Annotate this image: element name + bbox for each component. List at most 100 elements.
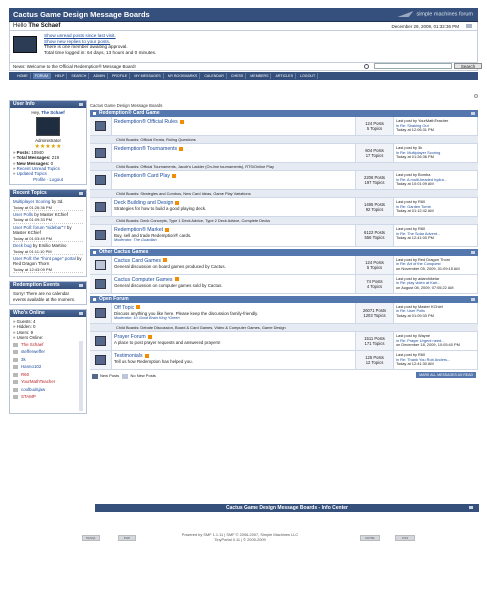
online-user[interactable]: YourMathTeacher bbox=[13, 378, 83, 386]
rss-icon[interactable] bbox=[175, 200, 180, 205]
board-link[interactable]: Prayer Forum bbox=[114, 334, 146, 340]
users-scrollbar[interactable] bbox=[79, 340, 83, 411]
moderator-link[interactable]: Moderator: 10 Good Brain King *Green bbox=[114, 316, 180, 320]
rss-icon[interactable] bbox=[179, 146, 184, 151]
topic-link[interactable]: Deck bug bbox=[13, 243, 32, 248]
collapse-icon[interactable] bbox=[79, 192, 83, 196]
nav-calendar[interactable]: CALENDAR bbox=[202, 73, 227, 79]
board-link[interactable]: Testimonials bbox=[114, 353, 143, 359]
rss-icon[interactable] bbox=[136, 305, 141, 310]
last-post-time: Today at 12:41:30 AM bbox=[396, 361, 434, 367]
search-input[interactable] bbox=[374, 63, 452, 69]
collapse-icon[interactable] bbox=[79, 311, 83, 315]
board-info: Cactus Computer Games General discussion … bbox=[112, 274, 356, 293]
board-link[interactable]: Cactus Computer Games bbox=[114, 277, 173, 283]
last-post: Last post by Wayne in Re: Prayer Urgent n… bbox=[394, 332, 478, 351]
topic-link[interactable]: Multiplayer Scoring bbox=[13, 199, 50, 204]
board-moderator: Moderator: The Guardian bbox=[114, 238, 353, 243]
xhtml-badge[interactable]: XHTML bbox=[360, 535, 380, 541]
board-link[interactable]: Redemption® Card Play bbox=[114, 173, 170, 179]
nav-my-bookmarks[interactable]: MY BOOKMARKS bbox=[166, 73, 201, 79]
last-post: Last post by 3k in Re: Multiplayer Scorin… bbox=[394, 144, 478, 162]
last-post-time: Today at 12:06:31 PM bbox=[396, 127, 434, 133]
collapse-icon[interactable] bbox=[79, 284, 83, 288]
online-user[interactable]: stefferweffer bbox=[13, 348, 83, 356]
new-replies-link[interactable]: Show new replies to your posts. bbox=[44, 39, 110, 44]
child-boards[interactable]: Child Boards: Debate Discussion, Board &… bbox=[90, 324, 478, 333]
css-badge[interactable]: CSS bbox=[395, 535, 415, 541]
collapse-icon[interactable] bbox=[471, 297, 475, 301]
nav-admin[interactable]: ADMIN bbox=[91, 73, 108, 79]
category-header[interactable]: Open Forum bbox=[90, 295, 478, 303]
category-header[interactable]: Other Cactus Games bbox=[90, 248, 478, 256]
online-user[interactable]: The Schaef bbox=[13, 341, 83, 349]
category: Redemption® Card Game Redemption® Officia… bbox=[90, 110, 478, 247]
nav-help[interactable]: HELP bbox=[53, 73, 68, 79]
info-center-title: Cactus Game Design Message Boards - Info… bbox=[226, 505, 348, 511]
nav-logout[interactable]: LOGOUT bbox=[298, 73, 319, 79]
rss-icon[interactable] bbox=[147, 335, 152, 340]
mark-all-read-button[interactable]: MARK ALL MESSAGES AS READ bbox=[416, 372, 476, 379]
rss-icon[interactable] bbox=[172, 173, 177, 178]
nav-home[interactable]: HOME bbox=[15, 73, 31, 79]
collapse-icon[interactable] bbox=[469, 506, 473, 509]
topic-link[interactable]: User Poll: forum "sidebar"? bbox=[13, 225, 66, 230]
php-badge[interactable]: PHP bbox=[118, 535, 136, 541]
board-link[interactable]: Redemption® Tournaments bbox=[114, 146, 177, 152]
moderator-link[interactable]: Moderator: The Guardian bbox=[114, 238, 157, 242]
nav-profile[interactable]: PROFILE bbox=[110, 73, 131, 79]
nav-my-messages[interactable]: MY MESSAGES bbox=[132, 73, 164, 79]
hello-bar: Hello The Schaef December 29, 2009, 01:3… bbox=[9, 22, 478, 31]
online-user[interactable]: Hanno102 bbox=[13, 363, 83, 371]
topic-link[interactable]: User Poll: the "front page" portal bbox=[13, 256, 76, 261]
board-description: A place to post prayer requests and answ… bbox=[114, 340, 221, 346]
unread-posts-link[interactable]: Show unread posts since last visit. bbox=[44, 33, 116, 38]
board-link[interactable]: Redemption® Official Rules bbox=[114, 119, 178, 125]
rss-icon[interactable] bbox=[165, 227, 170, 232]
category-name: Open Forum bbox=[99, 295, 129, 302]
forum-title[interactable]: Cactus Game Design Message Boards bbox=[13, 10, 150, 19]
child-boards[interactable]: Child Boards: Deck Concepts, Type 1 Deck… bbox=[90, 217, 478, 225]
user-info-name[interactable]: The Schaef bbox=[41, 110, 64, 115]
last-post-time: on November 05, 2009, 01:09:15 AM bbox=[396, 265, 460, 271]
stat-value: 219 bbox=[51, 155, 60, 161]
smf-logo[interactable]: simple machines forum bbox=[397, 11, 473, 17]
online-user[interactable]: STAMP bbox=[13, 393, 83, 401]
breadcrumb[interactable]: Cactus Game Design Message Boards bbox=[90, 103, 162, 108]
topic-link[interactable]: User Polls bbox=[13, 212, 33, 217]
mysql-badge[interactable]: MySQL bbox=[82, 535, 100, 541]
board-info: Deck Building and Design Strategies for h… bbox=[112, 198, 356, 216]
nav-forum[interactable]: FORUM bbox=[32, 73, 51, 79]
board-link[interactable]: Deck Building and Design bbox=[114, 200, 173, 206]
rss-icon[interactable] bbox=[174, 277, 179, 282]
child-boards[interactable]: Child Boards: Official Tournaments, Jaco… bbox=[90, 163, 478, 171]
rss-icon[interactable] bbox=[144, 354, 149, 359]
nav-articles[interactable]: ARTICLES bbox=[273, 73, 296, 79]
collapse-header-icon[interactable] bbox=[466, 24, 472, 28]
nav-members[interactable]: MEMBERS bbox=[248, 73, 272, 79]
rss-icon[interactable] bbox=[179, 119, 184, 124]
board-link[interactable]: Redemption® Market bbox=[114, 227, 163, 233]
nav-chess[interactable]: CHESS bbox=[229, 73, 247, 79]
board-status-icon bbox=[95, 148, 106, 158]
nav-search[interactable]: SEARCH bbox=[69, 73, 90, 79]
collapse-circle-icon[interactable] bbox=[474, 94, 478, 98]
online-user[interactable]: 3k bbox=[13, 356, 83, 364]
child-boards[interactable]: Child Boards: Official Errata, Ruling Qu… bbox=[90, 136, 478, 144]
category-header[interactable]: Redemption® Card Game bbox=[90, 110, 478, 117]
collapse-icon[interactable] bbox=[471, 112, 475, 115]
rss-icon[interactable] bbox=[163, 258, 167, 263]
child-boards[interactable]: Child Boards: Strategies and Combos, New… bbox=[90, 190, 478, 198]
search-button[interactable]: Search bbox=[454, 63, 482, 69]
collapse-icon[interactable] bbox=[79, 103, 83, 106]
profile-logout-links[interactable]: Profile · Logout bbox=[13, 177, 83, 182]
board-link[interactable]: Cactus Card Games bbox=[114, 258, 161, 264]
board-status-icon bbox=[95, 355, 106, 366]
category-name: Redemption® Card Game bbox=[99, 110, 160, 116]
collapse-icon[interactable] bbox=[471, 250, 475, 254]
online-user[interactable]: R60 bbox=[13, 371, 83, 379]
online-user[interactable]: coolbudsjaw bbox=[13, 386, 83, 394]
search-icon bbox=[364, 64, 369, 69]
copyright-line[interactable]: TinyPortal 0.11 | © 2005-2009 bbox=[140, 537, 340, 543]
board-link[interactable]: Off Topic bbox=[114, 305, 134, 311]
